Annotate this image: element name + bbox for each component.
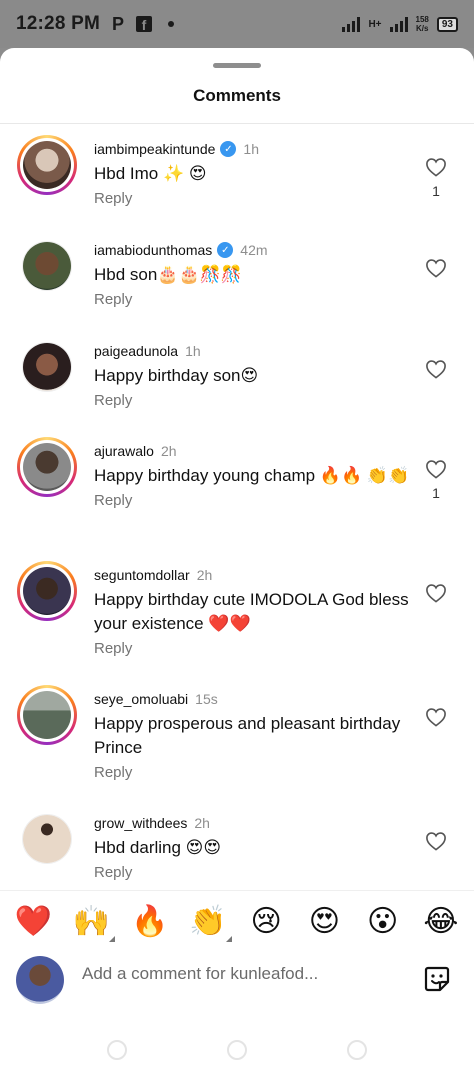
reply-button[interactable]: Reply <box>94 764 414 781</box>
reply-button[interactable]: Reply <box>94 640 414 657</box>
comment-text: Happy birthday cute IMODOLA God bless yo… <box>94 590 409 633</box>
status-right-icons: H+ 158 K/s 93 <box>342 15 458 33</box>
nav-back-button[interactable] <box>347 1040 367 1060</box>
avatar[interactable] <box>17 337 77 397</box>
avatar[interactable] <box>17 809 77 869</box>
comment-time: 2h <box>194 815 210 831</box>
comment-text: Hbd Imo ✨ 😍 <box>94 164 207 183</box>
comment-username[interactable]: paigeadunola <box>94 343 178 359</box>
heart-icon <box>426 832 446 851</box>
comment-username[interactable]: iamabiodunthomas <box>94 242 212 258</box>
comment-text: Hbd son🎂🎂🎊🎊 <box>94 265 242 284</box>
battery-icon: 93 <box>436 16 458 32</box>
like-button[interactable]: 1 <box>424 459 448 501</box>
comment-item: seye_omoluabi 15s Happy prosperous and p… <box>0 685 474 809</box>
like-button[interactable]: 1 <box>424 157 448 199</box>
comment-time: 1h <box>243 141 259 157</box>
emoji-cry-button[interactable]: 😢 <box>242 902 290 942</box>
reply-button[interactable]: Reply <box>94 392 414 409</box>
emoji-fire-button[interactable]: 🔥 <box>126 902 174 942</box>
comment-item: iamabiodunthomas ✓ 42m Hbd son🎂🎂🎊🎊 Reply <box>0 236 474 336</box>
heart-icon <box>426 584 446 603</box>
comment-username[interactable]: grow_withdees <box>94 815 187 831</box>
like-button[interactable] <box>424 359 448 379</box>
p-app-icon: P <box>111 13 124 34</box>
heart-icon <box>426 259 446 278</box>
comment-username[interactable]: seye_omoluabi <box>94 691 188 707</box>
comment-item: paigeadunola 1h Happy birthday son😍 Repl… <box>0 337 474 437</box>
comment-text: Hbd darling 😍😍 <box>94 838 222 857</box>
status-bar: 12:28 PM P f H+ 158 K/s 93 <box>0 0 474 48</box>
comment-item: ajurawalo 2h Happy birthday young champ … <box>0 437 474 561</box>
system-nav-bar <box>0 1038 474 1062</box>
sheet-title: Comments <box>193 86 281 105</box>
reply-button[interactable]: Reply <box>94 190 414 207</box>
heart-icon <box>426 460 446 479</box>
net-speed-unit: K/s <box>415 24 429 33</box>
emoji-raised-hands-glyph: 🙌 <box>72 904 111 938</box>
emoji-quick-bar: ❤️ 🙌 🔥 👏 😢 😍 😮 😂 <box>0 890 474 952</box>
comment-time: 2h <box>160 443 177 459</box>
notification-dot-icon <box>168 21 174 27</box>
heart-icon <box>426 158 446 177</box>
comment-text: Happy birthday son😍 <box>94 366 259 385</box>
avatar[interactable] <box>17 437 77 497</box>
nav-recents-button[interactable] <box>107 1040 127 1060</box>
emoji-heart-button[interactable]: ❤️ <box>9 902 57 942</box>
emoji-raised-hands-button[interactable]: 🙌 <box>67 902 116 942</box>
comment-username[interactable]: iambimpeakintunde <box>94 141 215 157</box>
like-button[interactable] <box>424 583 448 603</box>
avatar[interactable] <box>17 561 77 621</box>
comment-item: seguntomdollar 2h Happy birthday cute IM… <box>0 561 474 685</box>
comment-item: iambimpeakintunde ✓ 1h Hbd Imo ✨ 😍 Reply… <box>0 135 474 235</box>
comment-time: 2h <box>196 567 213 583</box>
emoji-laugh-button[interactable]: 😂 <box>417 902 465 942</box>
net-speed-value: 158 <box>415 15 429 24</box>
sticker-icon <box>424 966 450 992</box>
avatar[interactable] <box>17 135 77 195</box>
net-speed: 158 K/s <box>416 15 429 33</box>
status-notification-icons: P f <box>112 14 174 35</box>
avatar[interactable] <box>17 236 77 296</box>
comment-time: 15s <box>195 691 218 707</box>
comment-text: Happy birthday young champ 🔥🔥 👏👏 <box>94 466 410 485</box>
comment-time: 42m <box>240 242 268 258</box>
emoji-clap-glyph: 👏 <box>189 904 227 938</box>
verified-badge-icon: ✓ <box>220 141 237 157</box>
like-count: 1 <box>432 183 440 199</box>
emoji-wow-button[interactable]: 😮 <box>359 902 407 942</box>
reply-button[interactable]: Reply <box>94 492 414 509</box>
network-type: H+ <box>368 18 382 30</box>
reply-button[interactable]: Reply <box>94 864 414 881</box>
comments-sheet: Comments iambimpeakintunde ✓ 1h Hbd Imo … <box>0 48 474 1080</box>
comment-input[interactable] <box>82 964 382 984</box>
avatar[interactable] <box>17 685 77 745</box>
heart-icon <box>426 360 446 379</box>
facebook-icon: f <box>136 16 152 32</box>
cell-signal-icon <box>342 16 361 32</box>
status-time: 12:28 PM <box>16 13 100 34</box>
comment-username[interactable]: seguntomdollar <box>94 567 190 583</box>
comment-time: 1h <box>185 343 201 359</box>
reply-button[interactable]: Reply <box>94 291 414 308</box>
like-button[interactable] <box>424 831 448 851</box>
sticker-button[interactable] <box>422 964 452 994</box>
drag-handle[interactable] <box>213 63 261 68</box>
emoji-heart-eyes-button[interactable]: 😍 <box>300 902 348 942</box>
comment-composer <box>0 952 474 1008</box>
comment-item: grow_withdees 2h Hbd darling 😍😍 Reply <box>0 809 474 889</box>
like-button[interactable] <box>424 707 448 727</box>
comment-text: Happy prosperous and pleasant birthday P… <box>94 714 401 757</box>
nav-home-button[interactable] <box>227 1040 247 1060</box>
my-avatar[interactable] <box>16 956 64 1004</box>
verified-badge-icon: ✓ <box>217 242 234 258</box>
divider <box>0 123 474 124</box>
comment-username[interactable]: ajurawalo <box>94 443 154 459</box>
emoji-clap-button[interactable]: 👏 <box>184 902 232 942</box>
heart-icon <box>426 708 446 727</box>
cell-signal-2-icon <box>389 16 408 32</box>
like-count: 1 <box>432 485 440 501</box>
like-button[interactable] <box>424 258 448 278</box>
